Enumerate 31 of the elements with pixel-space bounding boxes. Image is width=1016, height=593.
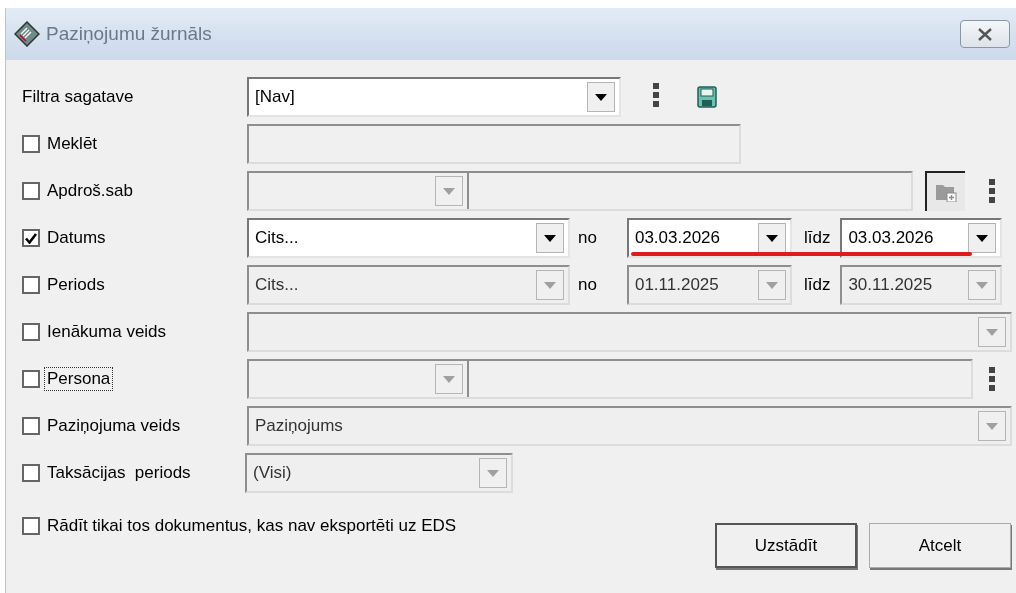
date-field[interactable]: 03.03.2026 bbox=[840, 218, 1003, 258]
checkbox-label: Ienākuma veids bbox=[46, 321, 168, 343]
checkbox-label: Periods bbox=[46, 274, 106, 296]
checkbox[interactable] bbox=[22, 517, 40, 535]
to-label: līdz bbox=[802, 228, 832, 248]
more-icon[interactable] bbox=[653, 82, 659, 107]
checkbox-label: Paziņojuma veids bbox=[46, 415, 182, 437]
from-label: no bbox=[577, 228, 598, 248]
checkbox-label: Apdroš.sab bbox=[46, 180, 134, 202]
checkbox-label: Meklēt bbox=[46, 133, 99, 155]
folder-add-icon bbox=[935, 182, 957, 202]
window-title: Paziņojumu žurnāls bbox=[46, 23, 213, 45]
checkbox-label: Datums bbox=[46, 227, 107, 249]
close-icon bbox=[977, 27, 993, 41]
template-dropdown[interactable]: [Nav] bbox=[247, 77, 621, 117]
close-button[interactable] bbox=[960, 20, 1010, 48]
apply-button[interactable]: Uzstādīt bbox=[715, 523, 857, 568]
date-field[interactable]: 03.03.2026 bbox=[626, 218, 792, 258]
app-icon bbox=[14, 21, 40, 47]
to-label: līdz bbox=[802, 275, 832, 295]
field-label: Filtra sagatave bbox=[22, 87, 134, 107]
period-dropdown[interactable]: Cits... bbox=[247, 218, 570, 258]
more-icon[interactable] bbox=[989, 179, 995, 203]
checkbox[interactable] bbox=[22, 229, 40, 247]
save-icon[interactable] bbox=[697, 86, 717, 108]
checkbox-label: Rādīt tikai tos dokumentus, kas nav eksportēti uz EDS bbox=[46, 515, 458, 537]
checkbox-label: Taksācijas periods bbox=[46, 462, 192, 484]
checkbox-label: Persona bbox=[44, 367, 114, 391]
check-icon bbox=[25, 232, 37, 244]
from-label: no bbox=[577, 275, 598, 295]
cancel-button[interactable]: Atcelt bbox=[869, 523, 1011, 568]
